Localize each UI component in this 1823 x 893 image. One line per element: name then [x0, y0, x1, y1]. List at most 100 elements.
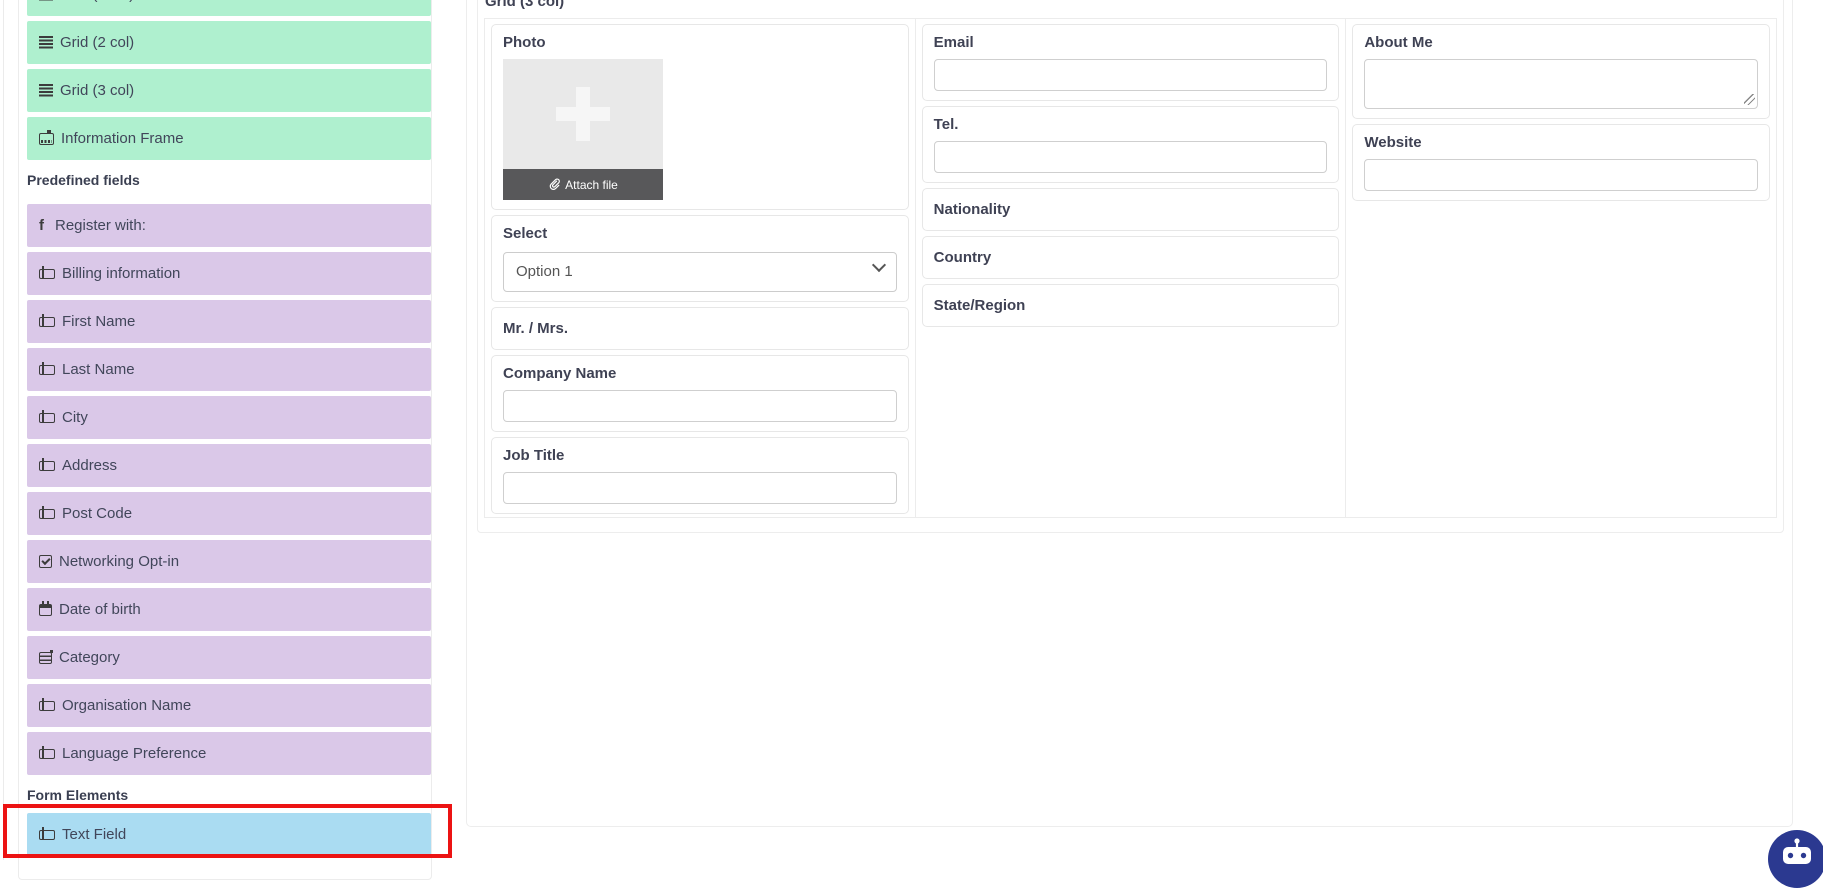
sidebar-item-grid-1col[interactable]: Grid (1 col) [27, 0, 431, 16]
job-title-input[interactable] [503, 472, 897, 504]
field-label: Website [1364, 134, 1758, 151]
grid-column-3: About Me Website [1345, 19, 1776, 517]
sidebar-item-label: Networking Opt-in [59, 553, 179, 570]
facebook-icon [39, 218, 48, 234]
field-label: Email [934, 34, 1328, 51]
field-label: Country [934, 249, 1328, 266]
email-input[interactable] [934, 59, 1328, 91]
paperclip-icon [548, 178, 560, 191]
input-icon [39, 701, 55, 711]
form-container: Grid (3 col) Photo Attach file [477, 0, 1784, 533]
input-icon [39, 461, 55, 471]
grid-3col-container: Photo Attach file Sel [484, 18, 1777, 518]
field-card-country[interactable]: Country [922, 236, 1340, 279]
field-card-mr-mrs[interactable]: Mr. / Mrs. [491, 307, 909, 350]
sidebar-item-label: Date of birth [59, 601, 141, 618]
sidebar-item-grid-3col[interactable]: Grid (3 col) [27, 69, 431, 112]
sidebar-item-label: Grid (1 col) [60, 0, 134, 3]
attach-file-label: Attach file [565, 178, 618, 192]
input-icon [39, 413, 55, 423]
predefined-fields-header: Predefined fields [27, 172, 431, 188]
checkbox-icon [39, 555, 52, 568]
field-label: Mr. / Mrs. [503, 320, 897, 337]
sidebar-item-post-code[interactable]: Post Code [27, 492, 431, 535]
field-label: Job Title [503, 447, 897, 464]
photo-dropzone[interactable] [503, 59, 663, 169]
sidebar-item-last-name[interactable]: Last Name [27, 348, 431, 391]
field-palette-list: Grid (1 col) Grid (2 col) Grid (3 col) I… [27, 0, 431, 861]
field-card-photo[interactable]: Photo Attach file [491, 24, 909, 210]
input-icon [39, 317, 55, 327]
chevron-down-icon [872, 258, 886, 272]
page-left-border [3, 0, 4, 860]
form-canvas-panel: Grid (3 col) Photo Attach file [466, 0, 1793, 827]
sidebar-item-billing-information[interactable]: Billing information [27, 252, 431, 295]
tel-input[interactable] [934, 141, 1328, 173]
field-label: Nationality [934, 201, 1328, 218]
sidebar-item-networking-opt-in[interactable]: Networking Opt-in [27, 540, 431, 583]
website-input[interactable] [1364, 159, 1758, 191]
about-me-textarea[interactable] [1364, 59, 1758, 109]
sidebar-item-label: City [62, 409, 88, 426]
robot-icon [1768, 830, 1823, 888]
field-card-nationality[interactable]: Nationality [922, 188, 1340, 231]
sidebar-item-label: Last Name [62, 361, 135, 378]
sidebar-item-grid-2col[interactable]: Grid (2 col) [27, 21, 431, 64]
field-label: Select [503, 225, 897, 242]
sidebar-item-label: Grid (3 col) [60, 82, 134, 99]
input-icon [39, 365, 55, 375]
sidebar-item-label: First Name [62, 313, 135, 330]
select-value: Option 1 [516, 263, 573, 280]
grid-icon [39, 0, 53, 1]
field-card-company-name[interactable]: Company Name [491, 355, 909, 432]
sidebar-item-label: Text Field [62, 826, 126, 843]
grid-icon [39, 84, 53, 97]
sidebar-item-label: Language Preference [62, 745, 206, 762]
field-label: Tel. [934, 116, 1328, 133]
sidebar-item-register-with[interactable]: Register with: [27, 204, 431, 247]
field-palette-sidebar: Grid (1 col) Grid (2 col) Grid (3 col) I… [18, 0, 432, 880]
sidebar-item-organisation-name[interactable]: Organisation Name [27, 684, 431, 727]
sidebar-item-label: Register with: [55, 217, 146, 234]
form-elements-header: Form Elements [27, 787, 431, 803]
field-label: About Me [1364, 34, 1758, 51]
sidebar-item-label: Category [59, 649, 120, 666]
input-icon [39, 830, 55, 840]
field-card-email[interactable]: Email [922, 24, 1340, 101]
field-card-job-title[interactable]: Job Title [491, 437, 909, 514]
field-label: Company Name [503, 365, 897, 382]
input-icon [39, 509, 55, 519]
sidebar-item-category[interactable]: Category [27, 636, 431, 679]
plus-icon [556, 87, 610, 141]
sidebar-item-label: Information Frame [61, 130, 184, 147]
textarea-wrap [1364, 59, 1758, 109]
sidebar-item-address[interactable]: Address [27, 444, 431, 487]
grid-icon [39, 36, 53, 49]
sidebar-item-label: Address [62, 457, 117, 474]
field-card-select[interactable]: Select Option 1 [491, 215, 909, 302]
field-card-website[interactable]: Website [1352, 124, 1770, 201]
chat-launcher-button[interactable] [1768, 830, 1823, 888]
sidebar-item-label: Billing information [62, 265, 180, 282]
field-card-tel[interactable]: Tel. [922, 106, 1340, 183]
sidebar-item-language-preference[interactable]: Language Preference [27, 732, 431, 775]
select-dropdown[interactable]: Option 1 [503, 252, 897, 292]
company-name-input[interactable] [503, 390, 897, 422]
sidebar-item-label: Post Code [62, 505, 132, 522]
info-frame-icon [39, 133, 54, 145]
sidebar-item-city[interactable]: City [27, 396, 431, 439]
field-card-about-me[interactable]: About Me [1352, 24, 1770, 119]
calendar-icon [39, 604, 52, 616]
sidebar-item-date-of-birth[interactable]: Date of birth [27, 588, 431, 631]
sidebar-item-first-name[interactable]: First Name [27, 300, 431, 343]
sidebar-item-text-field[interactable]: Text Field [27, 813, 431, 856]
grid-column-1: Photo Attach file Sel [485, 19, 915, 517]
sidebar-item-information-frame[interactable]: Information Frame [27, 117, 431, 160]
photo-upload: Attach file [503, 59, 663, 200]
field-card-state-region[interactable]: State/Region [922, 284, 1340, 327]
input-icon [39, 269, 55, 279]
attach-file-button[interactable]: Attach file [503, 169, 663, 200]
category-icon [39, 652, 52, 664]
field-label: Photo [503, 34, 897, 51]
resize-handle[interactable] [1744, 94, 1755, 105]
